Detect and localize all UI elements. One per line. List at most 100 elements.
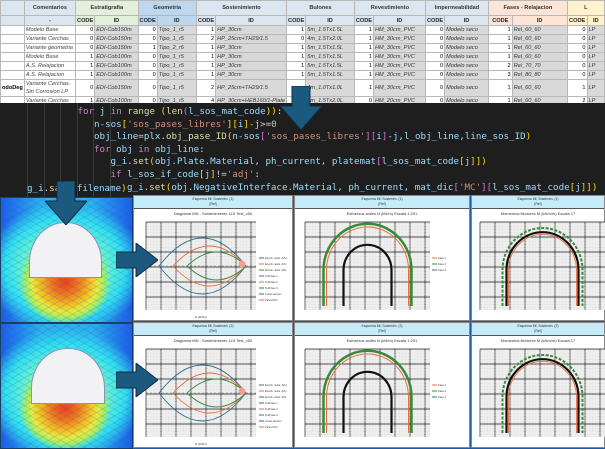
code-cell[interactable]: 1 xyxy=(487,52,513,62)
id-cell[interactable]: HM_30cm_PVC xyxy=(373,52,426,62)
id-cell[interactable]: Tipo_2_r6 xyxy=(156,43,197,53)
id-cell[interactable]: 5m_1.5Tx1.5L xyxy=(305,43,355,53)
id-cell[interactable]: LP xyxy=(586,61,605,71)
code-cell[interactable]: 0 xyxy=(566,43,588,53)
code-cell[interactable]: 0 xyxy=(75,43,96,53)
id-cell[interactable]: Tipo_1_r5 xyxy=(156,79,197,97)
id-cell[interactable]: Modelo seco xyxy=(444,25,489,35)
id-cell[interactable]: HM_30cm_PVC xyxy=(373,79,426,97)
code-cell[interactable]: 1 xyxy=(353,52,375,62)
id-cell[interactable]: Rel_70_70 xyxy=(511,61,568,71)
id-cell[interactable]: Rel_80_80 xyxy=(511,70,568,80)
code-cell[interactable]: 1 xyxy=(487,79,513,97)
code-cell[interactable]: 0 xyxy=(424,70,446,80)
comment-cell[interactable]: A.S. Relajacion xyxy=(23,70,77,80)
id-cell[interactable]: Tipo_1_r5 xyxy=(156,70,197,80)
id-cell[interactable]: HM_30cm_PVC xyxy=(373,34,426,44)
id-cell[interactable]: Rel_60_60 xyxy=(511,34,568,44)
code-cell[interactable]: 0 xyxy=(424,61,446,71)
id-cell[interactable]: HP_30cm xyxy=(215,70,288,80)
code-cell[interactable]: 1 xyxy=(195,70,217,80)
code-cell[interactable]: 0 xyxy=(75,79,96,97)
id-cell[interactable]: Modelo seco xyxy=(444,34,489,44)
id-cell[interactable]: HP_30cm xyxy=(215,61,288,71)
code-cell[interactable]: 1 xyxy=(137,43,158,53)
code-cell[interactable]: 1 xyxy=(195,61,217,71)
id-cell[interactable]: LP xyxy=(586,43,605,53)
row-label[interactable] xyxy=(0,61,25,71)
code-cell[interactable]: 1 xyxy=(353,79,375,97)
comment-cell[interactable]: A.S. Relajacion xyxy=(23,61,77,71)
code-line[interactable]: n-sos['sos_pases_libres'][i]-j>=0 xyxy=(94,119,277,130)
id-cell[interactable]: EDI-Cob150m xyxy=(94,79,139,97)
row-label[interactable] xyxy=(0,52,25,62)
code-cell[interactable]: 1 xyxy=(566,79,588,97)
code-cell[interactable]: 1 xyxy=(353,34,375,44)
id-cell[interactable]: EDI-Cob100m xyxy=(94,52,139,62)
code-cell[interactable]: 0 xyxy=(566,34,588,44)
code-cell[interactable]: 3 xyxy=(487,70,513,80)
comment-cell[interactable]: Variante geometria xyxy=(23,43,77,53)
code-cell[interactable]: 0 xyxy=(424,79,446,97)
code-cell[interactable]: 1 xyxy=(353,70,375,80)
code-cell[interactable]: 0 xyxy=(424,34,446,44)
code-cell[interactable]: 1 xyxy=(353,43,375,53)
id-cell[interactable]: HM_30cm_PVC xyxy=(373,25,426,35)
id-cell[interactable]: Tipo_1_r5 xyxy=(156,52,197,62)
code-cell[interactable]: 0 xyxy=(137,25,158,35)
code-cell[interactable]: 1 xyxy=(487,34,513,44)
code-cell[interactable]: 0 xyxy=(137,79,158,97)
id-cell[interactable]: Modelo seco xyxy=(444,70,489,80)
comment-cell[interactable]: Variante Cerchas xyxy=(23,34,77,44)
code-cell[interactable]: 1 xyxy=(286,70,307,80)
code-cell[interactable]: 1 xyxy=(353,61,375,71)
id-cell[interactable]: Modelo seco xyxy=(444,43,489,53)
id-cell[interactable]: LP xyxy=(586,34,605,44)
code-cell[interactable]: 0 xyxy=(286,34,307,44)
code-cell[interactable]: 0 xyxy=(424,52,446,62)
id-cell[interactable]: EDI-Cob100m xyxy=(94,70,139,80)
code-cell[interactable]: 1 xyxy=(195,25,217,35)
id-cell[interactable]: Modelo seco xyxy=(444,52,489,62)
code-cell[interactable]: 1 xyxy=(487,43,513,53)
id-cell[interactable]: 5m_1.5Tx1.5L xyxy=(305,25,355,35)
id-cell[interactable]: 5m_1.5Tx1.5L xyxy=(305,70,355,80)
id-cell[interactable]: HP_30cm xyxy=(215,43,288,53)
code-line[interactable]: if l_sos_if_code[j]!='adj': xyxy=(111,169,260,180)
comment-cell[interactable]: Modelo Base xyxy=(23,25,77,35)
code-cell[interactable]: 0 xyxy=(75,25,96,35)
id-cell[interactable]: Rel_60_60 xyxy=(511,79,568,97)
id-cell[interactable]: HP_30cm xyxy=(215,52,288,62)
id-cell[interactable]: LP xyxy=(586,70,605,80)
id-cell[interactable]: EDI-Cob100m xyxy=(94,61,139,71)
code-cell[interactable]: 1 xyxy=(286,25,307,35)
id-cell[interactable]: Rel_60_60 xyxy=(511,43,568,53)
row-label[interactable] xyxy=(0,43,25,53)
id-cell[interactable]: LP xyxy=(586,25,605,35)
id-cell[interactable]: Modelo seco xyxy=(444,79,489,97)
row-label[interactable] xyxy=(0,25,25,35)
code-line[interactable]: g_i.set(obj.Plate.Material, ph_current, … xyxy=(111,156,487,167)
code-cell[interactable]: 0 xyxy=(424,43,446,53)
id-cell[interactable]: 5m_1.5Tx1.5L xyxy=(305,61,355,71)
id-cell[interactable]: HM_30cm_PVC xyxy=(373,43,426,53)
row-label[interactable]: odoDeg xyxy=(0,79,25,97)
id-cell[interactable]: Tipo_1_r5 xyxy=(156,34,197,44)
code-cell[interactable]: 2 xyxy=(487,61,513,71)
id-cell[interactable]: Tipo_1_r5 xyxy=(156,61,197,71)
code-line[interactable]: g_i.set(obj.NegativeInterface.Material, … xyxy=(127,182,597,193)
id-cell[interactable]: LP xyxy=(586,79,605,97)
code-cell[interactable]: 0 xyxy=(137,34,158,44)
code-cell[interactable]: 1 xyxy=(75,52,96,62)
id-cell[interactable]: Rel_60_60 xyxy=(511,52,568,62)
id-cell[interactable]: EDI-Cob150m xyxy=(94,34,139,44)
id-cell[interactable]: Rel_60_60 xyxy=(511,25,568,35)
id-cell[interactable]: 4m_1.5Tx2.0L xyxy=(305,34,355,44)
id-cell[interactable]: Modelo seco xyxy=(444,61,489,71)
id-cell[interactable]: 5m_1.5Tx1.5L xyxy=(305,52,355,62)
code-cell[interactable]: 0 xyxy=(566,52,588,62)
id-cell[interactable]: HP_25cm+TH29/1.5 xyxy=(215,34,288,44)
code-cell[interactable]: 0 xyxy=(566,25,588,35)
code-cell[interactable]: 0 xyxy=(137,61,158,71)
comment-cell[interactable]: Modelo Base xyxy=(23,52,77,62)
